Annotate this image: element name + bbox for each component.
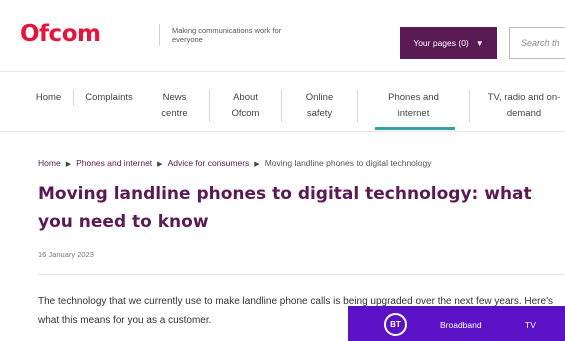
- active-tab-indicator: [375, 127, 455, 130]
- nav-item-about-ofcom[interactable]: About Ofcom: [210, 90, 282, 122]
- breadcrumb-current: Moving landline phones to digital techno…: [264, 158, 432, 168]
- divider: [38, 274, 565, 275]
- nav-item-phones-and-internet[interactable]: Phones and internet: [358, 90, 470, 122]
- breadcrumb-home[interactable]: Home: [38, 158, 61, 168]
- your-pages-button[interactable]: Your pages (0) ▼: [400, 27, 497, 59]
- nav-item-home[interactable]: Home: [30, 90, 74, 106]
- bt-logo-text: BT: [390, 320, 401, 329]
- logo-divider: [159, 24, 160, 46]
- search-placeholder: Search th: [521, 38, 560, 48]
- your-pages-label: Your pages (0): [413, 38, 469, 48]
- site-header: Ofcom Making communications work for eve…: [0, 0, 565, 72]
- page-title: Moving landline phones to digital techno…: [38, 184, 532, 232]
- nav-item-label: Complaints: [85, 92, 133, 103]
- breadcrumb: Home ▶ Phones and internet ▶ Advice for cons…: [38, 158, 432, 168]
- nav-item-label: About Ofcom: [231, 92, 260, 119]
- ofcom-logo[interactable]: Ofcom: [20, 20, 101, 48]
- breadcrumb-phones-and-internet[interactable]: Phones and internet: [76, 158, 152, 168]
- bt-logo-icon: BT: [384, 313, 407, 336]
- breadcrumb-arrow-icon: ▶: [65, 161, 72, 168]
- bt-promo-bar[interactable]: BT Broadband TV: [348, 306, 565, 341]
- publish-date: 16 January 2023: [38, 250, 94, 259]
- promo-link-tv[interactable]: TV: [525, 320, 536, 330]
- nav-item-label: TV, radio and on-demand: [487, 92, 561, 119]
- nav-item-news-centre[interactable]: News centre: [140, 90, 210, 122]
- breadcrumb-arrow-icon: ▶: [254, 161, 260, 168]
- nav-item-online-safety[interactable]: Online safety: [282, 90, 358, 122]
- promo-link-broadband[interactable]: Broadband: [440, 320, 482, 330]
- nav-item-complaints[interactable]: Complaints: [78, 90, 140, 106]
- nav-item-tv-radio[interactable]: TV, radio and on-demand: [474, 90, 565, 122]
- nav-item-label: Phones and internet: [388, 92, 439, 119]
- search-input[interactable]: Search th: [509, 27, 565, 59]
- nav-item-label: News centre: [161, 92, 188, 119]
- tagline: Making communications work for everyone: [172, 26, 282, 44]
- logo-text: Ofcom: [20, 21, 101, 47]
- nav-item-label: Home: [35, 92, 62, 103]
- nav-item-label: Online safety: [305, 92, 334, 119]
- breadcrumb-arrow-icon: ▶: [157, 161, 163, 168]
- chevron-down-icon: ▼: [475, 38, 484, 48]
- main-nav: Home Complaints News centre About Ofcom …: [0, 72, 565, 132]
- breadcrumb-advice-for-consumers[interactable]: Advice for consumers: [168, 158, 250, 168]
